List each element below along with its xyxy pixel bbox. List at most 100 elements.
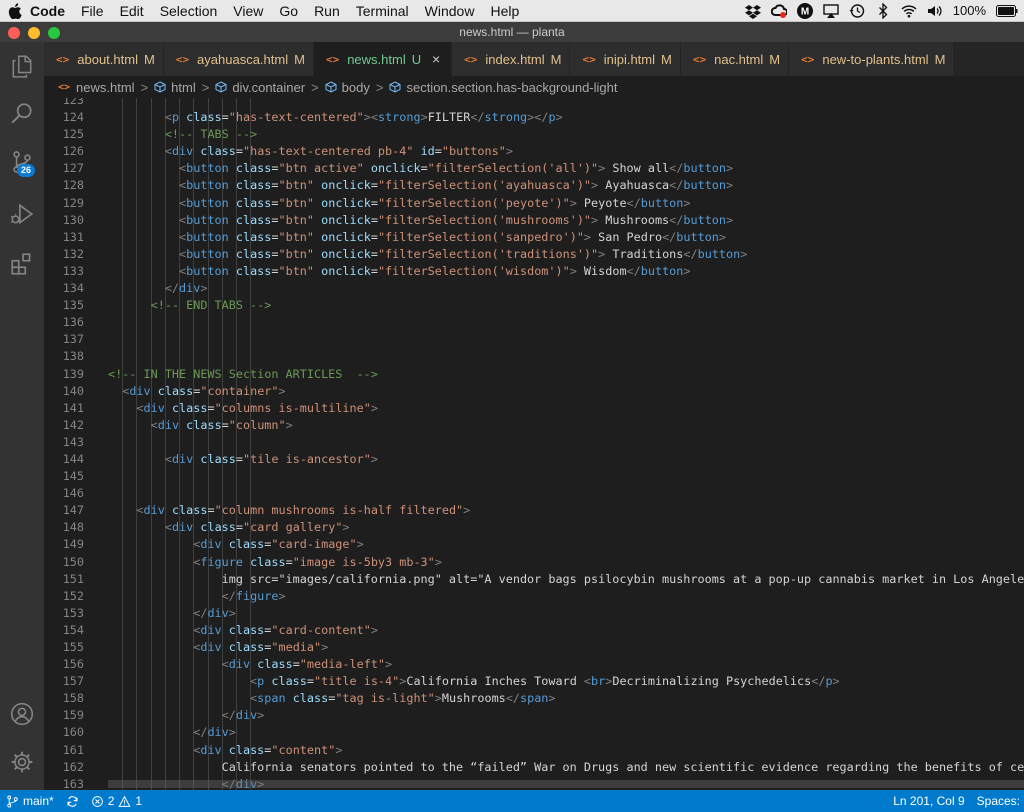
dropbox-icon[interactable] — [744, 3, 761, 19]
code-line[interactable]: California senators pointed to the “fail… — [108, 759, 1024, 776]
problems-status[interactable]: 2 1 — [85, 794, 148, 808]
breadcrumb-item-section[interactable]: section.section.has-background-light — [389, 80, 617, 95]
zoom-window-button[interactable] — [48, 27, 60, 39]
menu-help[interactable]: Help — [482, 0, 527, 22]
code-line[interactable]: </div> — [108, 605, 1024, 622]
code-line[interactable]: <button class="btn" onclick="filterSelec… — [108, 263, 1024, 280]
apple-logo-icon[interactable] — [8, 2, 22, 19]
code-content[interactable]: <p class="has-text-centered"><strong>FIL… — [108, 98, 1024, 790]
code-line[interactable] — [108, 468, 1024, 485]
code-line[interactable]: <figure class="image is-5by3 mb-3"> — [108, 554, 1024, 571]
code-editor[interactable]: 123 124 125 126 127 128 129 130 131 132 133 134 135 1… — [44, 98, 1024, 790]
scrollbar-thumb[interactable] — [108, 780, 1024, 788]
tab-index-html[interactable]: <> index.html M — [452, 42, 571, 76]
m-app-icon[interactable]: M — [796, 2, 813, 19]
breadcrumb-item-body[interactable]: body — [325, 80, 370, 95]
menu-go[interactable]: Go — [271, 0, 306, 22]
code-line[interactable]: <div class="columns is-multiline"> — [108, 400, 1024, 417]
extensions-icon[interactable] — [0, 244, 44, 284]
minimize-window-button[interactable] — [28, 27, 40, 39]
code-line[interactable]: <button class="btn" onclick="filterSelec… — [108, 195, 1024, 212]
code-line[interactable]: <span class="tag is-light">Mushrooms</sp… — [108, 690, 1024, 707]
code-line[interactable]: <div class="has-text-centered pb-4" id="… — [108, 143, 1024, 160]
code-line[interactable] — [108, 98, 1024, 109]
code-line[interactable]: </div> — [108, 724, 1024, 741]
tab-inipi-html[interactable]: <> inipi.html M — [570, 42, 681, 76]
search-icon[interactable] — [0, 94, 44, 134]
line-number: 157 — [62, 674, 84, 689]
tab-ayahuasca-html[interactable]: <> ayahuasca.html M — [163, 42, 314, 76]
sync-status[interactable] — [60, 795, 85, 808]
code-line[interactable]: <div class="media-left"> — [108, 656, 1024, 673]
line-number: 129 — [62, 195, 84, 210]
code-line[interactable]: <div class="column mushrooms is-half fil… — [108, 502, 1024, 519]
code-line[interactable]: <div class="card-content"> — [108, 622, 1024, 639]
code-line[interactable]: <button class="btn" onclick="filterSelec… — [108, 246, 1024, 263]
breadcrumb: <> news.html > html > div.container > bo… — [44, 76, 1024, 98]
menu-file[interactable]: File — [73, 0, 112, 22]
run-debug-icon[interactable] — [0, 194, 44, 234]
wifi-icon[interactable] — [901, 3, 917, 19]
html-file-icon: <> — [58, 81, 71, 93]
code-line[interactable] — [108, 348, 1024, 365]
airplay-icon[interactable] — [823, 3, 839, 19]
bluetooth-icon[interactable] — [875, 2, 891, 19]
accounts-icon[interactable] — [0, 694, 44, 734]
volume-icon[interactable] — [927, 3, 943, 19]
macos-menu-bar: Code File Edit Selection View Go Run Ter… — [0, 0, 1024, 22]
code-line[interactable]: <div class="container"> — [108, 383, 1024, 400]
tab-about-html[interactable]: <> about.html M — [44, 42, 164, 76]
code-line[interactable]: <!-- END TABS --> — [108, 297, 1024, 314]
code-line[interactable]: </div> — [108, 707, 1024, 724]
code-line[interactable]: <button class="btn" onclick="filterSelec… — [108, 177, 1024, 194]
code-line[interactable]: </div> — [108, 280, 1024, 297]
battery-icon[interactable] — [996, 3, 1018, 19]
breadcrumb-label: body — [341, 79, 370, 95]
code-line[interactable]: </figure> — [108, 588, 1024, 605]
html-file-icon: <> — [582, 52, 596, 66]
branch-status[interactable]: main* — [0, 794, 60, 808]
explorer-icon[interactable] — [0, 46, 44, 86]
creative-cloud-icon[interactable] — [770, 3, 787, 19]
code-line[interactable]: <p class="has-text-centered"><strong>FIL… — [108, 109, 1024, 126]
code-line[interactable]: <div class="content"> — [108, 742, 1024, 759]
menu-view[interactable]: View — [225, 0, 271, 22]
menu-window[interactable]: Window — [417, 0, 483, 22]
menu-run[interactable]: Run — [306, 0, 348, 22]
menu-terminal[interactable]: Terminal — [348, 0, 417, 22]
settings-gear-icon[interactable] — [0, 742, 44, 782]
code-line[interactable]: <button class="btn active" onclick="filt… — [108, 160, 1024, 177]
breadcrumb-item-div-container[interactable]: div.container — [215, 80, 305, 95]
menu-selection[interactable]: Selection — [152, 0, 226, 22]
tab-news-html[interactable]: <> news.html U × — [313, 42, 453, 76]
code-line[interactable]: <button class="btn" onclick="filterSelec… — [108, 229, 1024, 246]
code-line[interactable]: <div class="tile is-ancestor"> — [108, 451, 1024, 468]
code-line[interactable]: <p class="title is-4">California Inches … — [108, 673, 1024, 690]
source-control-icon[interactable]: 26 — [0, 142, 44, 182]
close-window-button[interactable] — [8, 27, 20, 39]
breadcrumb-file[interactable]: <> news.html — [58, 80, 135, 95]
code-line[interactable]: <div class="card gallery"> — [108, 519, 1024, 536]
tab-nac-html[interactable]: <> nac.html M — [680, 42, 790, 76]
horizontal-scrollbar[interactable] — [108, 780, 1024, 788]
code-line[interactable]: <!-- TABS --> — [108, 126, 1024, 143]
menu-edit[interactable]: Edit — [112, 0, 152, 22]
tab-label: index.html — [485, 51, 545, 67]
code-line[interactable]: img src="images/california.png" alt="A v… — [108, 571, 1024, 588]
code-line[interactable]: <div class="card-image"> — [108, 536, 1024, 553]
tab-new-to-plants-html[interactable]: <> new-to-plants.html M — [789, 42, 955, 76]
code-line[interactable] — [108, 331, 1024, 348]
code-line[interactable] — [108, 434, 1024, 451]
close-tab-icon[interactable]: × — [429, 51, 443, 67]
code-line[interactable]: <div class="column"> — [108, 417, 1024, 434]
time-machine-icon[interactable] — [849, 3, 865, 19]
breadcrumb-item-html[interactable]: html — [154, 80, 196, 95]
code-line[interactable]: <!-- IN THE NEWS Section ARTICLES --> — [108, 366, 1024, 383]
code-line[interactable]: <button class="btn" onclick="filterSelec… — [108, 212, 1024, 229]
code-line[interactable] — [108, 314, 1024, 331]
indentation-status[interactable]: Spaces: — [971, 794, 1024, 808]
cursor-position[interactable]: Ln 201, Col 9 — [887, 794, 970, 808]
code-line[interactable]: <div class="media"> — [108, 639, 1024, 656]
menu-app-code[interactable]: Code — [22, 0, 73, 22]
code-line[interactable] — [108, 485, 1024, 502]
